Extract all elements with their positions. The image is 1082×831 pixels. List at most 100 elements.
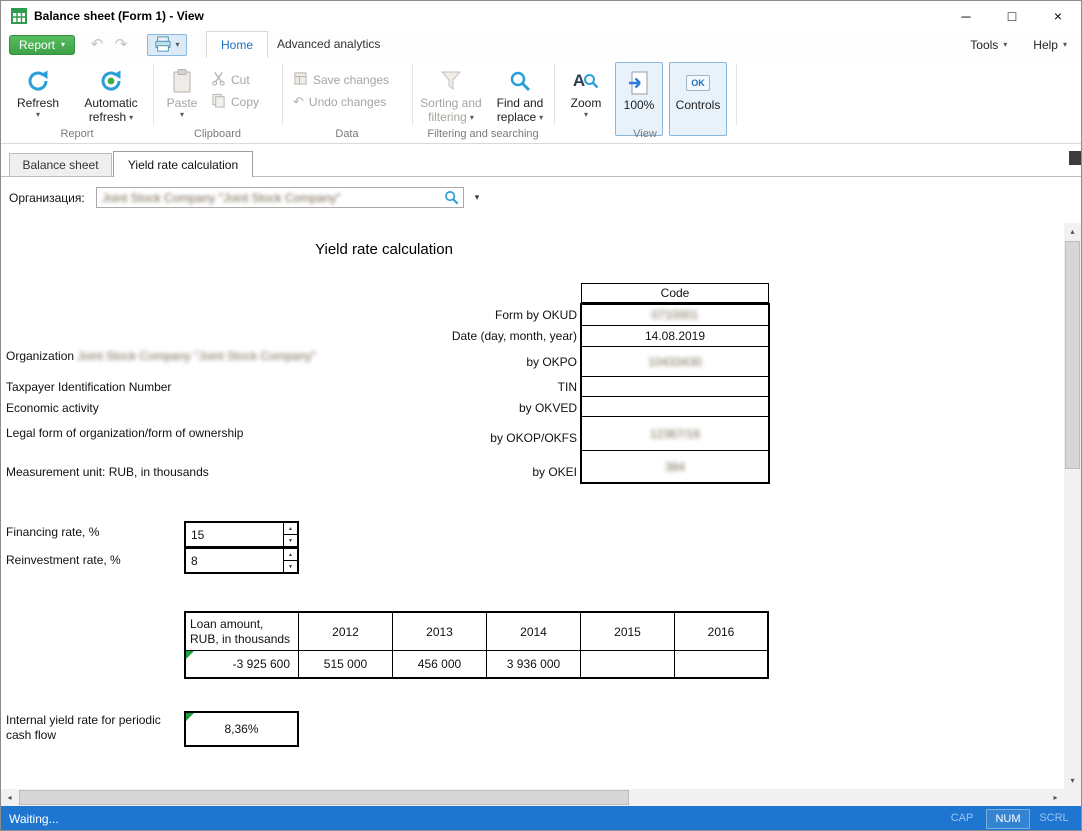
code-value-cell[interactable]: 12367/16 (582, 417, 768, 451)
minimize-button[interactable]: ─ (943, 1, 989, 31)
reinvestment-rate-label: Reinvestment rate, % (6, 553, 121, 567)
automatic-refresh-label-line1: Automatic (84, 97, 137, 110)
okop-okfs-value: 12367/16 (650, 427, 700, 441)
status-bar: Waiting... CAP NUM SCRL (1, 806, 1081, 831)
zoom-100-icon (627, 68, 651, 98)
help-menu[interactable]: Help ▾ (1033, 31, 1067, 58)
scroll-right-button[interactable]: ▸ (1047, 789, 1064, 806)
loan-2012-value: 515 000 (324, 657, 367, 671)
code-value-cell[interactable]: 10433430 (582, 347, 768, 377)
chevron-down-icon: ▾ (539, 114, 543, 122)
tab-yield-rate-calculation[interactable]: Yield rate calculation (113, 151, 253, 177)
code-table: 0710001 14.08.2019 10433430 12367/16 384 (580, 303, 770, 484)
code-value-cell[interactable]: 14.08.2019 (582, 326, 768, 347)
tab-advanced-analytics[interactable]: Advanced analytics (263, 31, 394, 58)
zoom-label: Zoom (571, 97, 602, 110)
reinvestment-rate-spinner[interactable]: 8 ▲ ▼ (184, 547, 299, 574)
code-table-header: Code (581, 283, 769, 303)
form-desc-label: Organization Joint Stock Company "Joint … (6, 349, 316, 363)
chevron-down-icon: ▾ (475, 193, 480, 202)
report-menu-button[interactable]: Report ▾ (9, 35, 75, 55)
okei-value: 384 (665, 460, 685, 474)
save-changes-button[interactable]: Save changes (293, 70, 389, 90)
copy-button[interactable]: Copy (211, 92, 259, 112)
code-row-label: by OKEI (297, 465, 577, 479)
vertical-scrollbar[interactable]: ▴ ▾ (1064, 223, 1081, 789)
loan-cell[interactable]: -3 925 600 (186, 651, 299, 677)
loan-col-header: 2016 (675, 613, 767, 651)
group-label-clipboard: Clipboard (153, 128, 282, 140)
search-icon (508, 66, 532, 96)
cell-marker-icon (186, 713, 194, 721)
vertical-scroll-thumb[interactable] (1065, 241, 1080, 469)
spin-up-icon[interactable]: ▲ (284, 523, 297, 535)
okud-value: 0710001 (652, 308, 699, 322)
chevron-down-icon: ▾ (1003, 41, 1007, 49)
save-changes-icon (293, 71, 308, 89)
titlebar: Balance sheet (Form 1) - View ─ □ × (1, 1, 1081, 31)
loan-cell[interactable]: 515 000 (299, 651, 393, 677)
controls-label: Controls (676, 99, 721, 112)
scroll-up-button[interactable]: ▴ (1064, 223, 1081, 240)
spin-down-icon[interactable]: ▼ (284, 561, 297, 572)
tab-balance-sheet[interactable]: Balance sheet (9, 153, 112, 176)
ok-badge: OK (686, 75, 710, 91)
scroll-left-button[interactable]: ◂ (1, 789, 18, 806)
group-label-report: Report (1, 128, 153, 140)
code-value-cell[interactable]: 0710001 (582, 305, 768, 326)
form-desc-label: Measurement unit: RUB, in thousands (6, 465, 209, 479)
scroll-down-button[interactable]: ▾ (1064, 772, 1081, 789)
loan-cell[interactable]: 456 000 (393, 651, 487, 677)
undo-icon[interactable]: ↶ (87, 31, 107, 58)
find-replace-label-line2: replace (497, 111, 536, 124)
spin-up-icon[interactable]: ▲ (284, 549, 297, 561)
controls-button[interactable]: OK Controls (669, 62, 727, 136)
tab-home[interactable]: Home (206, 31, 268, 58)
search-icon[interactable] (444, 190, 459, 208)
close-button[interactable]: × (1035, 1, 1081, 31)
financing-rate-spinner[interactable]: 15 ▲ ▼ (184, 521, 299, 548)
horizontal-scrollbar[interactable]: ◂ ▸ (1, 789, 1064, 806)
cut-button[interactable]: Cut (211, 70, 250, 90)
report-menu-label: Report (19, 38, 55, 52)
horizontal-scroll-thumb[interactable] (19, 790, 629, 805)
reinvestment-rate-value[interactable]: 8 (186, 549, 283, 572)
organization-desc-prefix: Organization (6, 349, 74, 363)
spin-down-icon[interactable]: ▼ (284, 535, 297, 546)
code-value-cell[interactable] (582, 397, 768, 417)
organization-value: Joint Stock Company "Joint Stock Company… (102, 191, 341, 205)
automatic-refresh-icon (98, 66, 124, 96)
irr-cell[interactable]: 8,36% (184, 711, 299, 747)
loan-amount-value: -3 925 600 (233, 657, 290, 671)
printer-icon (154, 36, 172, 55)
loan-cell[interactable] (675, 651, 767, 677)
redo-icon[interactable]: ↷ (111, 31, 131, 58)
loan-cell[interactable]: 3 936 000 (487, 651, 581, 677)
loan-col-header: 2015 (581, 613, 675, 651)
toolbar-divider (412, 64, 413, 125)
chevron-down-icon: ▾ (470, 114, 474, 122)
code-row-label: by OKOP/OKFS (297, 431, 577, 445)
loan-cell[interactable] (581, 651, 675, 677)
window-title: Balance sheet (Form 1) - View (34, 1, 204, 31)
tools-menu-label: Tools (970, 38, 998, 52)
code-value-cell[interactable] (582, 377, 768, 397)
caps-lock-indicator: CAP (940, 809, 984, 829)
print-button[interactable]: ▾ (147, 34, 187, 56)
organization-combobox[interactable]: Joint Stock Company "Joint Stock Company… (96, 187, 464, 208)
undo-changes-icon: ↶ (293, 94, 304, 110)
financing-rate-value[interactable]: 15 (186, 523, 283, 546)
report-view: Организация: Joint Stock Company "Joint … (1, 177, 1081, 806)
maximize-icon: □ (1008, 8, 1016, 24)
organization-dropdown-button[interactable]: ▾ (467, 187, 487, 208)
tools-menu[interactable]: Tools ▾ (970, 31, 1007, 58)
chevron-down-icon: ▾ (584, 111, 588, 119)
loan-col-header: 2013 (393, 613, 487, 651)
undo-changes-button[interactable]: ↶ Undo changes (293, 92, 386, 112)
maximize-button[interactable]: □ (989, 1, 1035, 31)
controls-icon: OK (686, 68, 710, 98)
zoom-100-button[interactable]: 100% (615, 62, 663, 136)
minimize-icon: ─ (961, 9, 970, 24)
copy-icon (211, 93, 226, 111)
code-value-cell[interactable]: 384 (582, 451, 768, 482)
